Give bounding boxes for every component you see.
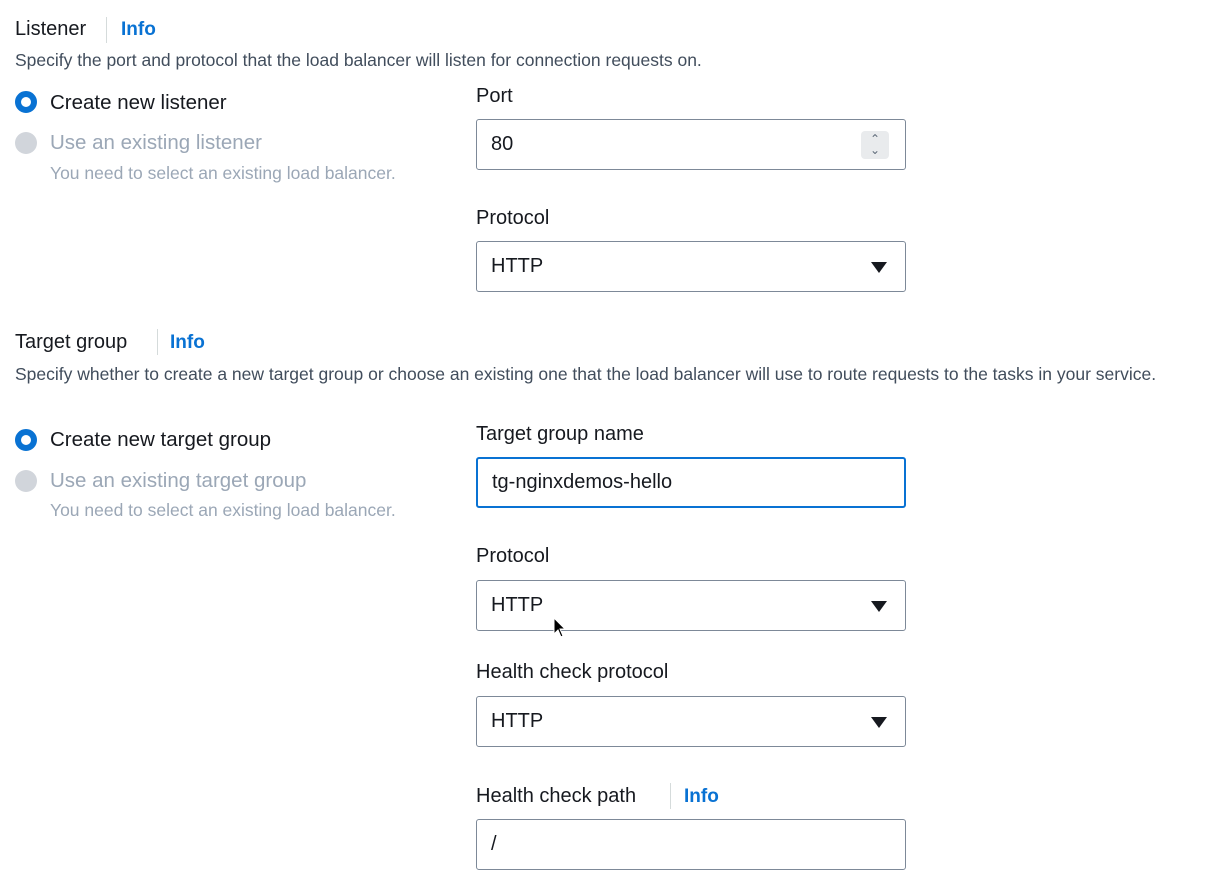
health-check-protocol-select[interactable]: HTTP bbox=[476, 696, 906, 747]
health-check-protocol-label: Health check protocol bbox=[476, 661, 669, 683]
target-group-protocol-select[interactable]: HTTP bbox=[476, 580, 906, 631]
radio-create-new-listener[interactable] bbox=[15, 91, 37, 113]
radio-checked-icon[interactable] bbox=[15, 91, 37, 113]
radio-create-new-target-group[interactable] bbox=[15, 429, 37, 451]
mouse-pointer-icon bbox=[553, 617, 567, 638]
target-group-name-label: Target group name bbox=[476, 423, 644, 445]
target-group-protocol-value: HTTP bbox=[491, 594, 544, 616]
caret-down-icon bbox=[871, 716, 887, 728]
caret-down-icon bbox=[871, 600, 887, 612]
health-check-path-input[interactable]: / bbox=[476, 819, 906, 870]
listener-protocol-select[interactable]: HTTP bbox=[476, 241, 906, 292]
radio-label-create-new-listener[interactable]: Create new listener bbox=[50, 91, 227, 115]
radio-use-existing-listener bbox=[15, 132, 37, 154]
target-group-protocol-label: Protocol bbox=[476, 545, 550, 567]
radio-use-existing-target-group bbox=[15, 470, 37, 492]
label-divider bbox=[670, 783, 671, 809]
port-label: Port bbox=[476, 85, 513, 107]
target-group-title: Target group bbox=[15, 331, 128, 353]
target-group-name-input[interactable]: tg-nginxdemos-hello bbox=[476, 457, 906, 508]
radio-checked-icon[interactable] bbox=[15, 429, 37, 451]
health-check-protocol-value: HTTP bbox=[491, 710, 544, 732]
port-input[interactable]: 80 ⌃ ⌄ bbox=[476, 119, 906, 170]
listener-info-link[interactable]: Info bbox=[121, 19, 156, 41]
caret-down-icon bbox=[871, 261, 887, 273]
radio-label-use-existing-target-group: Use an existing target group bbox=[50, 469, 307, 492]
target-group-name-value: tg-nginxdemos-hello bbox=[492, 471, 673, 493]
health-check-path-label: Health check path bbox=[476, 785, 637, 807]
target-group-description: Specify whether to create a new target g… bbox=[15, 364, 1157, 384]
radio-disabled-icon bbox=[15, 470, 37, 492]
title-divider bbox=[106, 17, 107, 43]
target-group-info-link[interactable]: Info bbox=[170, 332, 205, 354]
listener-description: Specify the port and protocol that the l… bbox=[15, 50, 702, 70]
port-value: 80 bbox=[491, 133, 514, 155]
listener-title: Listener bbox=[15, 18, 87, 40]
health-check-path-value: / bbox=[491, 833, 497, 855]
listener-protocol-label: Protocol bbox=[476, 207, 550, 229]
radio-disabled-icon bbox=[15, 132, 37, 154]
radio-label-use-existing-listener: Use an existing listener bbox=[50, 131, 262, 154]
health-check-path-info-link[interactable]: Info bbox=[684, 786, 719, 808]
radio-label-create-new-target-group[interactable]: Create new target group bbox=[50, 428, 271, 452]
radio-hint-existing-listener: You need to select an existing load bala… bbox=[50, 163, 396, 183]
listener-protocol-value: HTTP bbox=[491, 255, 544, 277]
radio-hint-existing-target-group: You need to select an existing load bala… bbox=[50, 500, 396, 520]
title-divider bbox=[157, 329, 158, 355]
number-stepper-icon[interactable]: ⌃ ⌄ bbox=[861, 131, 889, 159]
